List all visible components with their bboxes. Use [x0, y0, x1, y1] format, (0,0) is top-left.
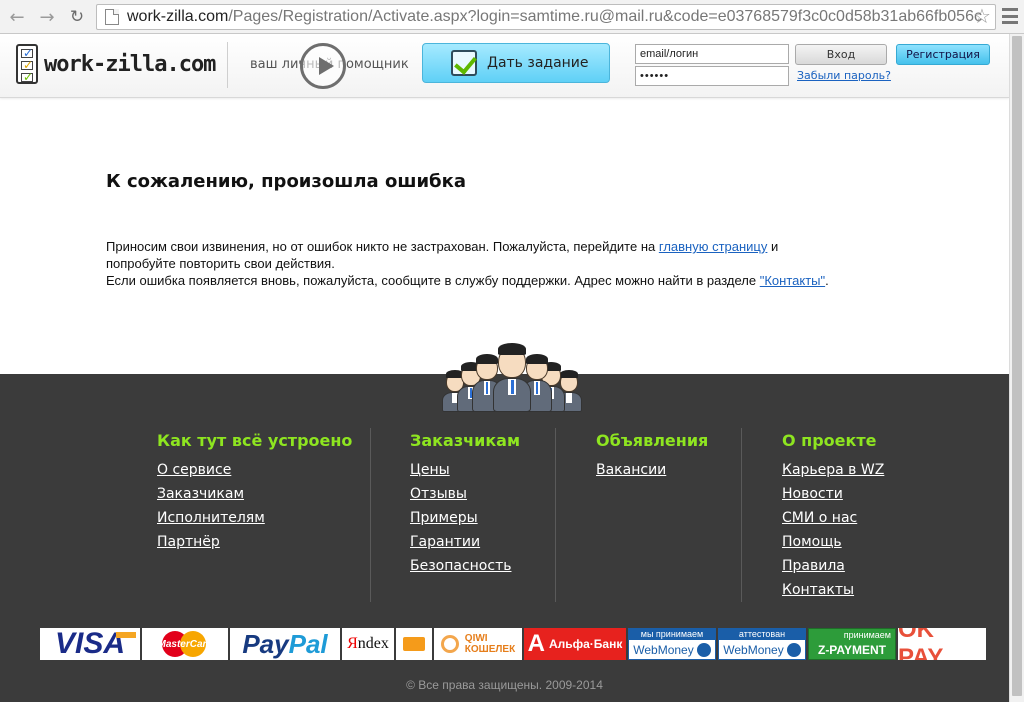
logo-text: work-zilla.com	[44, 51, 216, 77]
webmoney-globe-icon	[786, 643, 801, 657]
webmoney-attested-logo: аттестован WebMoney	[718, 628, 806, 660]
error-message: Приносим свои извинения, но от ошибок ни…	[106, 238, 926, 289]
footer-link-security[interactable]: Безопасность	[410, 554, 520, 578]
email-input[interactable]: email/логин	[635, 44, 789, 64]
footer-link-contacts[interactable]: Контакты	[782, 578, 884, 602]
alfa-letter: А	[527, 630, 545, 657]
site-footer: Как тут всё устроено О сервисе Заказчика…	[0, 374, 1009, 702]
yandex-text-1: Я	[347, 635, 358, 652]
error-text-1b: и	[767, 239, 779, 254]
paypal-text-2: Pal	[288, 628, 328, 659]
task-check-icon	[451, 50, 477, 76]
qiwi-logo: QIWI КОШЕЛЕК	[434, 628, 522, 660]
password-input[interactable]: ••••••	[635, 66, 789, 86]
footer-link-help[interactable]: Помощь	[782, 530, 884, 554]
footer-col-title: Как тут всё устроено	[157, 431, 353, 450]
url-text[interactable]: work-zilla.com/Pages/Registration/Activa…	[127, 8, 982, 26]
reload-icon[interactable]: ↻	[64, 4, 90, 30]
webmoney-attested-text: WebMoney	[723, 643, 784, 657]
footer-link-customers[interactable]: Заказчикам	[157, 482, 352, 506]
login-button[interactable]: Вход	[795, 44, 887, 65]
footer-divider	[555, 428, 556, 602]
page-scrollbar[interactable]	[1009, 34, 1024, 702]
webmoney-accept-logo: мы принимаем WebMoney	[628, 628, 716, 660]
okpay-logo: OK PAY	[898, 628, 986, 660]
visa-logo: VISA	[40, 628, 140, 660]
register-button[interactable]: Регистрация	[896, 44, 990, 65]
footer-divider	[741, 428, 742, 602]
qiwi-text-1: QIWI	[464, 633, 488, 644]
z-payment-text: Z-PAYMENT	[817, 642, 886, 657]
forgot-password-link[interactable]: Забыли пароль?	[797, 69, 891, 82]
z-payment-top: принимаем	[843, 629, 891, 640]
footer-divider	[370, 428, 371, 602]
error-text-3b: .	[825, 273, 829, 288]
mastercard-text: MasterCard	[157, 638, 213, 650]
footer-link-career[interactable]: Карьера в WZ	[782, 458, 884, 482]
error-text-3: Если ошибка появляется вновь, пожалуйста…	[106, 273, 760, 288]
footer-col-customers: Заказчикам Цены Отзывы Примеры Гарантии …	[410, 431, 520, 578]
footer-col-title: Заказчикам	[410, 431, 521, 450]
browser-menu-icon[interactable]	[1002, 8, 1018, 24]
give-task-button[interactable]: Дать задание	[422, 43, 610, 83]
url-host: work-zilla.com	[127, 8, 229, 25]
qiwi-circle-icon	[440, 635, 459, 653]
footer-col-ads: Объявления Вакансии	[596, 431, 708, 482]
footer-link-guarantees[interactable]: Гарантии	[410, 530, 520, 554]
yandex-logo: Яndex	[342, 628, 394, 660]
yandex-text-2: ndex	[357, 635, 389, 652]
footer-link-rules[interactable]: Правила	[782, 554, 884, 578]
give-task-label: Дать задание	[487, 55, 589, 71]
footer-link-press[interactable]: СМИ о нас	[782, 506, 884, 530]
contacts-link[interactable]: "Контакты"	[760, 273, 825, 288]
page-icon	[105, 9, 119, 25]
footer-col-title: Объявления	[596, 431, 709, 450]
error-text-2: попробуйте повторить свои действия.	[106, 256, 335, 271]
bookmark-star-icon[interactable]: ☆	[970, 4, 994, 28]
footer-link-news[interactable]: Новости	[782, 482, 884, 506]
qiwi-text-2: КОШЕЛЕК	[464, 644, 516, 655]
alfa-bank-logo: А Альфа·Банк	[524, 628, 626, 660]
browser-toolbar: ← → ↻ work-zilla.com/Pages/Registration/…	[0, 0, 1024, 34]
footer-link-vacancies[interactable]: Вакансии	[596, 458, 708, 482]
footer-col-title: О проекте	[782, 431, 877, 450]
error-text-1: Приносим свои извинения, но от ошибок ни…	[106, 239, 659, 254]
alfa-text: Альфа·Банк	[548, 637, 623, 651]
forward-arrow-icon[interactable]: →	[34, 4, 60, 30]
mascots-illustration	[440, 340, 584, 412]
yandex-money-icon	[396, 628, 432, 660]
copyright: © Все права защищены. 2009-2014	[406, 678, 603, 692]
home-page-link[interactable]: главную страницу	[659, 239, 768, 254]
play-video-icon[interactable]	[300, 43, 346, 89]
footer-link-reviews[interactable]: Отзывы	[410, 482, 520, 506]
webmoney-accept-top: мы принимаем	[629, 629, 715, 640]
error-title: К сожалению, произошла ошибка	[106, 171, 466, 192]
webmoney-accept-text: WebMoney	[633, 643, 694, 657]
site-header: ✓✓✓ work-zilla.com ваш личный помощник Д…	[0, 34, 1009, 98]
header-divider	[227, 42, 228, 88]
address-bar[interactable]: work-zilla.com/Pages/Registration/Activa…	[96, 4, 996, 30]
payment-logos: VISA MasterCard Pay Pal Яndex QIWI КОШЕЛЕК…	[40, 628, 986, 660]
footer-link-prices[interactable]: Цены	[410, 458, 520, 482]
webmoney-globe-icon	[696, 643, 711, 657]
logo-checklist-icon: ✓ ✓ ✓	[16, 44, 38, 84]
z-payment-logo: принимаем Z-PAYMENT	[808, 628, 896, 660]
footer-col-how-it-works: Как тут всё устроено О сервисе Заказчика…	[157, 431, 352, 554]
back-arrow-icon[interactable]: ←	[4, 4, 30, 30]
footer-link-about[interactable]: О сервисе	[157, 458, 352, 482]
site-logo[interactable]: ✓ ✓ ✓ work-zilla.com	[16, 44, 216, 84]
footer-link-freelancers[interactable]: Исполнителям	[157, 506, 352, 530]
footer-link-partner[interactable]: Партнёр	[157, 530, 352, 554]
footer-col-about-project: О проекте Карьера в WZ Новости СМИ о нас…	[782, 431, 884, 602]
mastercard-logo: MasterCard	[142, 628, 228, 660]
webmoney-attested-top: аттестован	[719, 629, 805, 640]
paypal-logo: Pay Pal	[230, 628, 340, 660]
url-path: /Pages/Registration/Activate.aspx?login=…	[228, 8, 982, 25]
footer-link-examples[interactable]: Примеры	[410, 506, 520, 530]
scrollbar-thumb[interactable]	[1012, 36, 1022, 696]
paypal-text-1: Pay	[242, 628, 289, 659]
